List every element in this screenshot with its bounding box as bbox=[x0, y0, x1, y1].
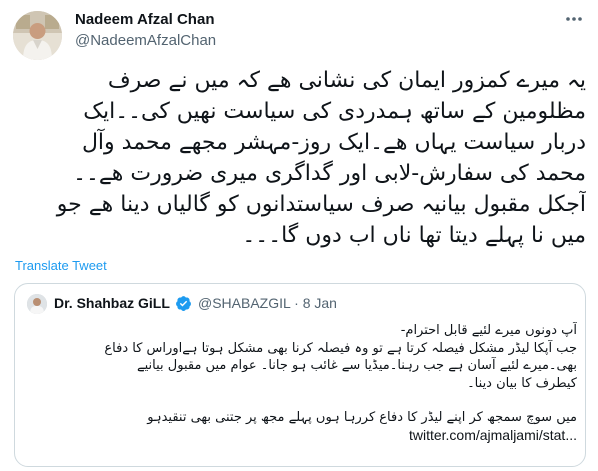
author-avatar[interactable] bbox=[13, 11, 62, 60]
tweet-text-line: میں نا پہلے دیتا تھا ناں اب دوں گا۔۔۔ bbox=[242, 223, 586, 248]
quoted-text-line: بھی۔میرے لئیے آسان ہے جب رہنا۔میڈیا سے غ… bbox=[137, 358, 577, 373]
author-name[interactable]: Nadeem Afzal Chan bbox=[75, 11, 214, 28]
author-handle[interactable]: @NadeemAfzalChan bbox=[75, 32, 216, 49]
tweet-text-line: محمد کی سفارش-لابی اور گداگری میری ضرورت… bbox=[73, 161, 586, 186]
quoted-text-line: جب آپکا لیڈر مشکل فیصلہ کرتا ہے تو وہ فی… bbox=[104, 340, 577, 356]
quoted-text-line: آپ دونوں میرے لئیے قابل احترام- bbox=[400, 323, 577, 338]
quoted-tweet-text: آپ دونوں میرے لئیے قابل احترام- جب آپکا … bbox=[25, 322, 577, 444]
tweet-text-line: مظلومین کے ساتھ ہمدردی کی سیاست نھیں کی۔… bbox=[83, 99, 586, 124]
more-dots-icon[interactable] bbox=[562, 10, 586, 30]
quoted-text-line: کیطرف کا بیان دینا۔ bbox=[467, 375, 577, 391]
quoted-tweet-link[interactable]: twitter.com/ajmaljami/stat... bbox=[25, 427, 577, 445]
quoted-author-avatar[interactable] bbox=[27, 294, 47, 314]
quoted-author-handle[interactable]: @SHABAZGIL · 8 Jan bbox=[198, 295, 337, 311]
tweet-text-line: دربار سیاست یہاں ھے۔ایک روز-مہشر مجھے مح… bbox=[81, 130, 586, 155]
quoted-tweet[interactable]: Dr. Shahbaz GiLL @SHABAZGIL · 8 Jan آپ د… bbox=[14, 283, 586, 467]
quoted-author-name[interactable]: Dr. Shahbaz GiLL bbox=[54, 295, 170, 311]
tweet-text-line: یہ میرے کمزور ایمان کی نشانی ھے کہ میں ن… bbox=[107, 68, 586, 93]
verified-badge-icon bbox=[175, 295, 192, 312]
tweet: Nadeem Afzal Chan @NadeemAfzalChan یہ می… bbox=[0, 0, 598, 471]
quoted-text-line: میں سوچ سمجھ کر اپنے لیڈر کا دفاع کررہا … bbox=[147, 410, 577, 425]
tweet-text: یہ میرے کمزور ایمان کی نشانی ھے کہ میں ن… bbox=[14, 65, 586, 251]
translate-tweet-link[interactable]: Translate Tweet bbox=[15, 258, 107, 273]
tweet-text-line: آجکل مقبول بیانیہ صرف سیاستدانوں کو گالی… bbox=[56, 192, 586, 217]
